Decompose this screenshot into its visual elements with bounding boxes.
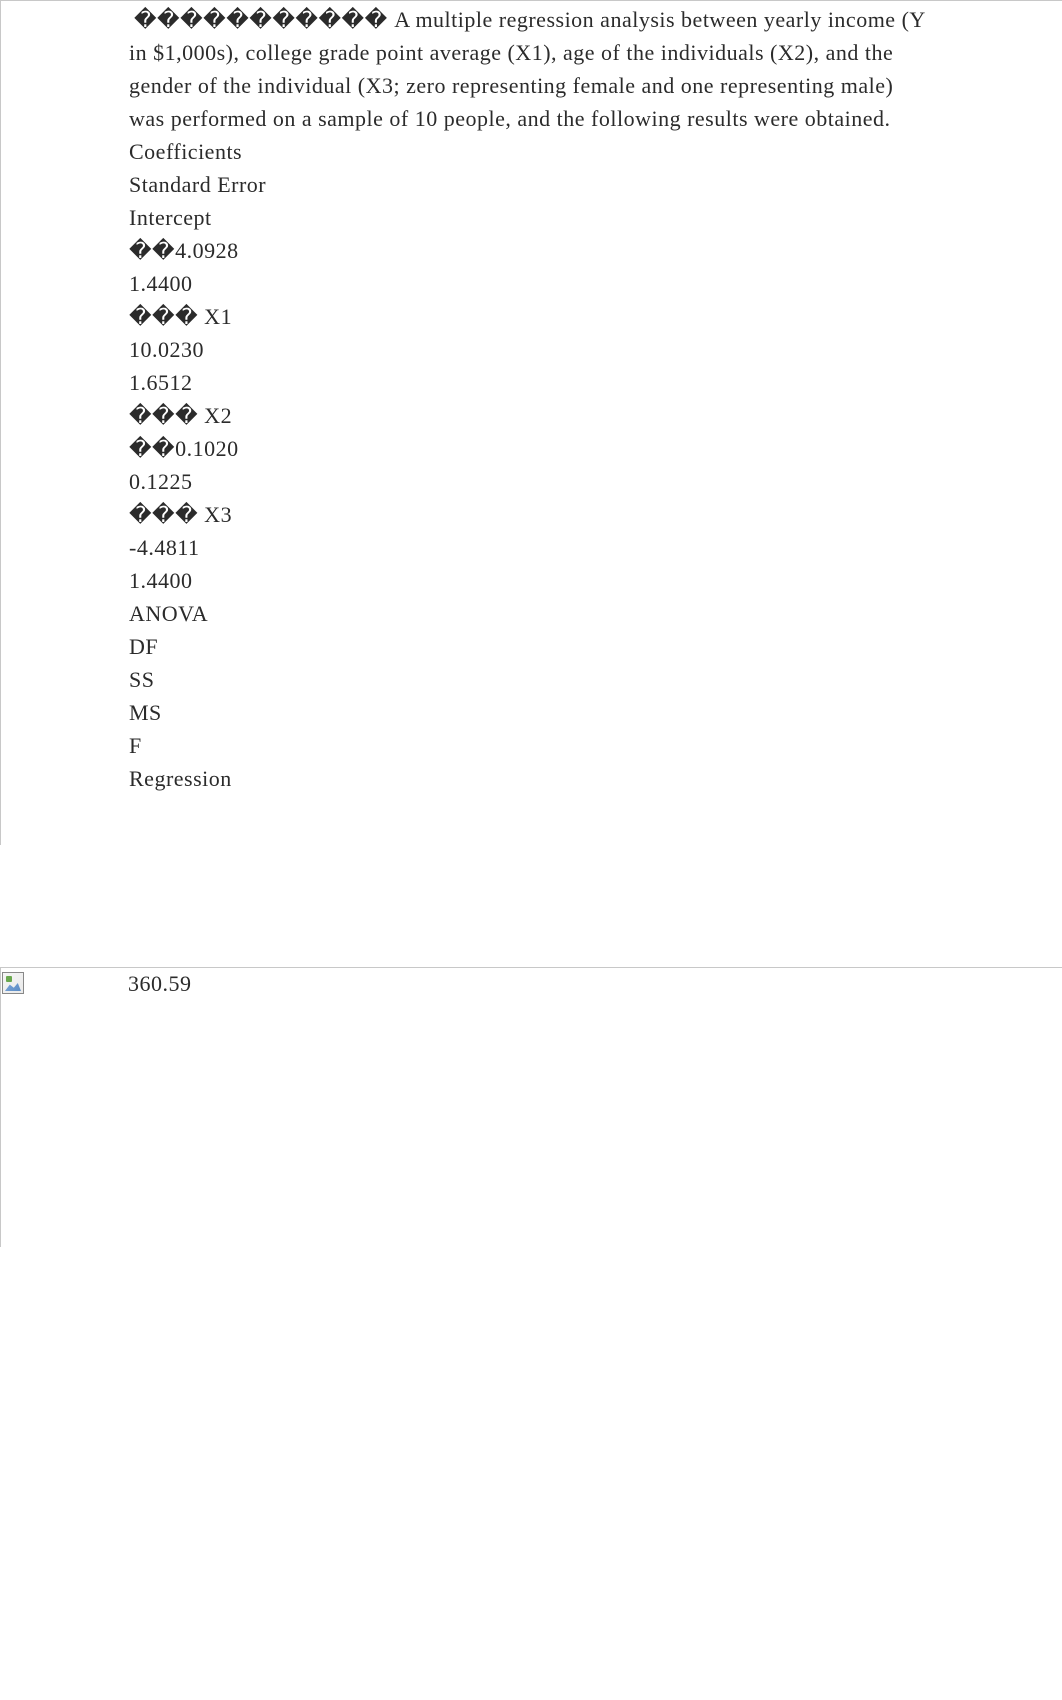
mojibake-prefix: �����������: [134, 7, 394, 32]
value-x1-coef: 10.0230: [129, 333, 934, 366]
label-standard-error: Standard Error: [129, 168, 934, 201]
intro-paragraph: ����������� A multiple regression analys…: [129, 3, 934, 135]
value-regression-ss: 360.59: [128, 967, 192, 1000]
value-x2-se: 0.1225: [129, 465, 934, 498]
label-df: DF: [129, 630, 934, 663]
value-x2-coef: ��0.1020: [129, 432, 934, 465]
label-x1: ��� X1: [129, 300, 934, 333]
value-x1-se: 1.6512: [129, 366, 934, 399]
label-intercept: Intercept: [129, 201, 934, 234]
broken-image-icon: [2, 972, 24, 994]
value-x3-coef: -4.4811: [129, 531, 934, 564]
second-frame: [0, 967, 1062, 1247]
label-x2: ��� X2: [129, 399, 934, 432]
value-intercept-coef: ��4.0928: [129, 234, 934, 267]
label-ss: SS: [129, 663, 934, 696]
label-ms: MS: [129, 696, 934, 729]
value-x3-se: 1.4400: [129, 564, 934, 597]
value-intercept-se: 1.4400: [129, 267, 934, 300]
label-f: F: [129, 729, 934, 762]
content-frame: ����������� A multiple regression analys…: [0, 0, 1062, 845]
label-x3: ��� X3: [129, 498, 934, 531]
label-coefficients: Coefficients: [129, 135, 934, 168]
label-regression: Regression: [129, 762, 934, 795]
label-anova: ANOVA: [129, 597, 934, 630]
text-block: ����������� A multiple regression analys…: [1, 3, 1062, 795]
